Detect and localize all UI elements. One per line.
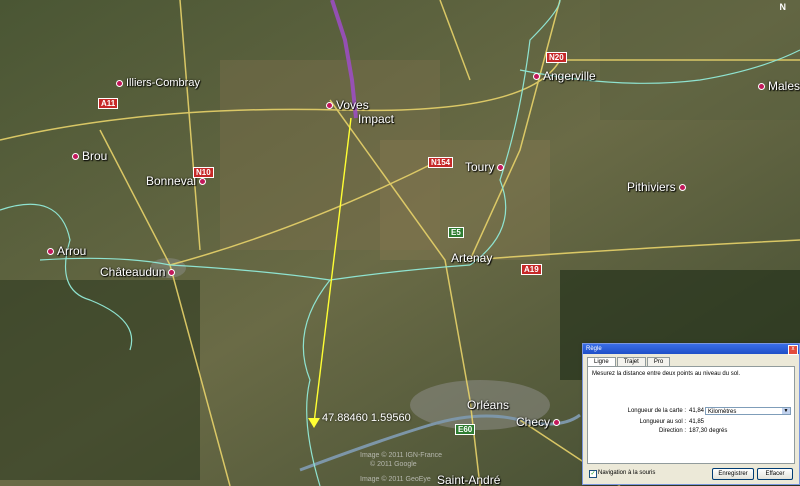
town-label: Checy [516,415,551,429]
copyright-line: Image © 2011 IGN-France [360,452,443,459]
town-toury[interactable]: Toury [465,160,507,174]
town-marker [678,184,686,192]
tab-pro[interactable]: Pro [646,357,671,366]
mouse-nav-label: Navigation à la souris [598,470,656,476]
town-label: Orléans [467,398,510,412]
town-malesh[interactable]: Malesh [758,79,800,93]
copyright-line: © 2011 Google [370,461,417,468]
save-button[interactable]: Enregistrer [712,468,754,480]
ruler-footer: ✓ Navigation à la souris Enregistrer Eff… [587,468,795,480]
road-shield-e5: E5 [448,227,464,238]
direction-label: Direction : [658,428,686,434]
road-shield-n20: N20 [546,52,567,63]
ruler-panel: Mesurez la distance entre deux points au… [587,366,795,464]
ground-length-label: Longueur au sol : [639,419,686,425]
measure-coordinates: 47.88460 1.59560 [322,412,411,424]
town-marker [326,102,333,110]
map-length-value: 41,84 [689,408,705,414]
tab-trajet[interactable]: Trajet [616,357,646,366]
town-label: Impact [358,112,395,126]
town-label: Arrou [57,244,87,258]
unit-select[interactable]: Kilomètres ▼ [705,407,791,415]
town-label: Châteaudun [100,265,166,279]
town-label: Voves [336,98,369,112]
town-marker [758,83,765,91]
town-saint-andre[interactable]: Saint-André [437,473,500,486]
town-label: Bonneval [146,174,197,188]
town-marker [72,153,79,161]
copyright-line: Image © 2011 GeoEye [360,476,431,483]
town-marker [553,419,561,427]
close-button[interactable]: x [788,345,798,355]
town-artenay[interactable]: Artenay [451,251,492,265]
direction-row: Direction : 187,30 degrés [588,428,794,437]
town-label: Saint-André [437,473,501,486]
town-label: Artenay [451,251,493,265]
town-angerville[interactable]: Angerville [533,69,596,83]
road-shield-n154: N154 [428,157,454,168]
compass-icon[interactable]: N [780,2,787,12]
tab-ligne[interactable]: Ligne [587,357,616,366]
town-label: Illiers-Combray [126,77,200,89]
unit-select-value: Kilomètres [708,409,737,415]
road-shield-a11: A11 [98,98,119,109]
impact-label[interactable]: Impact [358,112,394,126]
town-label: Angerville [543,69,596,83]
ruler-title: Règle [586,346,602,352]
town-voves[interactable]: Voves [326,98,369,112]
map-length-row: Longueur de la carte : 41,84 Kilomètres … [588,407,794,417]
town-label: Toury [465,160,495,174]
town-brou[interactable]: Brou [72,149,107,163]
ruler-tabs: Ligne Trajet Pro [587,357,671,366]
ruler-dialog: Règle x Ligne Trajet Pro Mesurez la dist… [582,343,800,485]
town-illiers-combray[interactable]: Illiers-Combray [116,77,200,89]
town-marker [168,269,176,277]
mouse-nav-checkbox[interactable]: ✓ [589,470,597,478]
town-pithiviers[interactable]: Pithiviers [627,180,689,194]
town-marker [199,178,207,186]
town-marker [533,73,540,81]
town-chateaudun[interactable]: Châteaudun [100,265,178,279]
town-arrou[interactable]: Arrou [47,244,86,258]
town-label: Brou [82,149,108,163]
town-marker [116,79,123,87]
town-checy[interactable]: Checy [516,415,563,429]
chevron-down-icon[interactable]: ▼ [782,408,790,414]
road-shield-a19: A19 [521,264,542,275]
town-orleans[interactable]: Orléans [467,398,509,412]
town-marker [497,164,505,172]
satellite-map[interactable]: Illiers-Combray Voves Impact Angerville … [0,0,800,486]
ruler-titlebar[interactable]: Règle x [583,344,799,355]
direction-value: 187,30 degrés [689,428,728,434]
road-shield-n10: N10 [193,167,214,178]
town-label: Pithiviers [627,180,676,194]
ground-length-row: Longueur au sol : 41,85 [588,419,794,428]
ruler-description: Mesurez la distance entre deux points au… [592,371,741,377]
ground-length-value: 41,85 [689,419,705,425]
town-marker [47,248,54,256]
map-length-label: Longueur de la carte : [627,408,686,414]
clear-button[interactable]: Effacer [757,468,793,480]
road-shield-e60: E60 [455,424,476,435]
town-label: Malesh [768,79,800,93]
